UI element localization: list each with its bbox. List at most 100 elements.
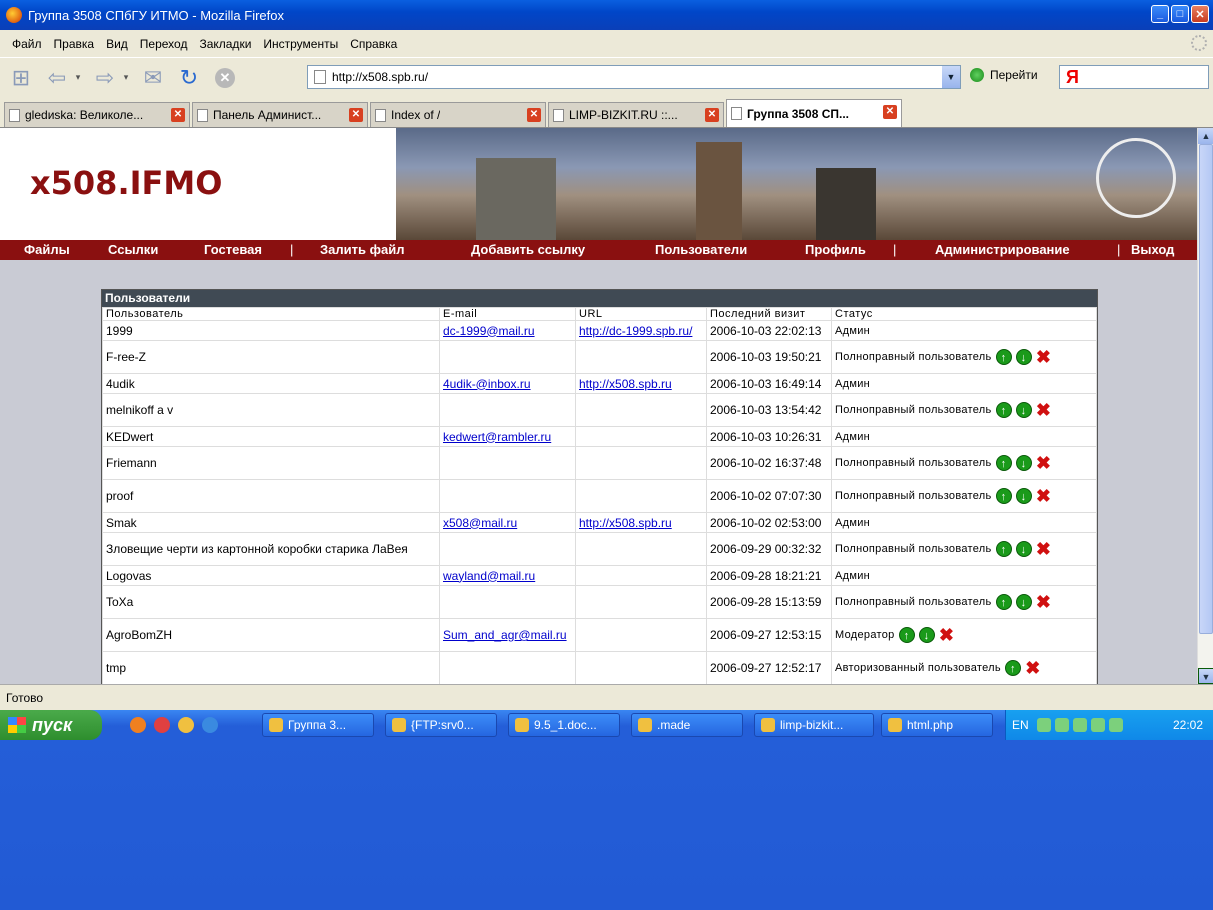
delete-icon[interactable]: ✖	[939, 626, 955, 644]
mail-icon[interactable]: ✉	[138, 63, 168, 93]
email-cell[interactable]: kedwert@rambler.ru	[439, 426, 576, 447]
taskbar-item-ftp[interactable]: {FTP:srv0...	[385, 713, 497, 737]
column-header-email: E-mail	[439, 307, 576, 321]
delete-icon[interactable]: ✖	[1036, 348, 1052, 366]
demote-icon[interactable]: ↓	[1015, 349, 1032, 365]
tab-close-icon[interactable]: ✕	[527, 108, 541, 122]
site-logo[interactable]: x508.IFMO	[30, 164, 222, 202]
opera-quicklaunch-icon[interactable]	[154, 717, 170, 733]
promote-icon[interactable]: ↑	[995, 488, 1012, 504]
email-cell[interactable]: x508@mail.ru	[439, 512, 576, 533]
tray-app-icon[interactable]	[1072, 718, 1087, 732]
last-visit-cell: 2006-10-03 13:54:42	[706, 393, 832, 427]
demote-icon[interactable]: ↓	[1015, 594, 1032, 610]
tab-close-icon[interactable]: ✕	[883, 105, 897, 119]
delete-icon[interactable]: ✖	[1025, 659, 1041, 677]
forward-button[interactable]: ⇨	[90, 63, 120, 93]
user-name-cell: tmp	[102, 651, 440, 684]
menu-file[interactable]: Файл	[12, 37, 42, 51]
menu-administration[interactable]: Администрирование	[935, 242, 1070, 257]
tab-close-icon[interactable]: ✕	[705, 108, 719, 122]
tray-security-icon[interactable]	[1090, 718, 1105, 732]
promote-icon[interactable]: ↑	[995, 402, 1012, 418]
tab-group-3508[interactable]: Группа 3508 СП... ✕	[726, 99, 902, 127]
tray-network-icon[interactable]	[1054, 718, 1069, 732]
minimize-button[interactable]: _	[1151, 5, 1169, 23]
tab-close-icon[interactable]: ✕	[171, 108, 185, 122]
menu-users[interactable]: Пользователи	[655, 242, 747, 257]
delete-icon[interactable]: ✖	[1036, 401, 1052, 419]
delete-icon[interactable]: ✖	[1036, 487, 1052, 505]
promote-icon[interactable]: ↑	[995, 541, 1012, 557]
go-button[interactable]: Перейти	[970, 68, 1038, 82]
url-cell[interactable]: http://dc-1999.spb.ru/	[575, 320, 707, 341]
menu-links[interactable]: Ссылки	[108, 242, 158, 257]
tray-check-icon[interactable]	[1108, 718, 1123, 732]
ie-quicklaunch-icon[interactable]	[202, 717, 218, 733]
email-cell[interactable]: Sum_and_agr@mail.ru	[439, 618, 576, 652]
start-button[interactable]: пуск	[0, 710, 102, 740]
tab-index-of[interactable]: Index of / ✕	[370, 102, 546, 127]
menu-help[interactable]: Справка	[350, 37, 397, 51]
promote-icon[interactable]: ↑	[995, 349, 1012, 365]
menu-tools[interactable]: Инструменты	[263, 37, 338, 51]
tab-close-icon[interactable]: ✕	[349, 108, 363, 122]
maximize-button[interactable]: □	[1171, 5, 1189, 23]
menu-bookmarks[interactable]: Закладки	[199, 37, 251, 51]
menu-go[interactable]: Переход	[140, 37, 188, 51]
menu-upload[interactable]: Залить файл	[320, 242, 404, 257]
menu-profile[interactable]: Профиль	[805, 242, 866, 257]
menu-edit[interactable]: Правка	[54, 37, 95, 51]
taskbar-item-html-php[interactable]: html.php	[881, 713, 993, 737]
menu-add-link[interactable]: Добавить ссылку	[471, 242, 585, 257]
demote-icon[interactable]: ↓	[918, 627, 935, 643]
address-dropdown-icon[interactable]: ▼	[942, 66, 960, 88]
email-cell[interactable]: dc-1999@mail.ru	[439, 320, 576, 341]
tab-limp-bizkit[interactable]: LIMP-BIZKIT.RU ::... ✕	[548, 102, 724, 127]
reload-button[interactable]: ↻	[174, 63, 204, 93]
menu-files[interactable]: Файлы	[24, 242, 70, 257]
yandex-logo: Я	[1066, 67, 1079, 87]
close-button[interactable]: ✕	[1191, 5, 1209, 23]
taskbar-item-word[interactable]: 9.5_1.doc...	[508, 713, 620, 737]
tool-quicklaunch-icon[interactable]	[178, 717, 194, 733]
email-cell[interactable]: wayland@mail.ru	[439, 565, 576, 586]
menu-guestbook[interactable]: Гостевая	[204, 242, 262, 257]
firefox-quicklaunch-icon[interactable]	[130, 717, 146, 733]
promote-icon[interactable]: ↑	[898, 627, 915, 643]
taskbar-item-firefox[interactable]: Группа 3...	[262, 713, 374, 737]
promote-icon[interactable]: ↑	[995, 594, 1012, 610]
taskbar-item-folder[interactable]: .made	[631, 713, 743, 737]
address-url[interactable]: http://x508.spb.ru/	[332, 70, 428, 84]
address-bar[interactable]: http://x508.spb.ru/ ▼	[307, 65, 961, 89]
taskbar-item-limp-bizkit[interactable]: limp-bizkit...	[754, 713, 874, 737]
vertical-scrollbar[interactable]: ▲ ▼	[1197, 128, 1213, 684]
demote-icon[interactable]: ↓	[1015, 455, 1032, 471]
search-box[interactable]: Я	[1059, 65, 1209, 89]
url-cell[interactable]: http://x508.spb.ru	[575, 512, 707, 533]
stop-button[interactable]: ✕	[210, 63, 240, 93]
delete-icon[interactable]: ✖	[1036, 593, 1052, 611]
demote-icon[interactable]: ↓	[1015, 488, 1032, 504]
email-cell[interactable]: 4udik-@inbox.ru	[439, 373, 576, 394]
tab-admin-panel[interactable]: Панель Админист... ✕	[192, 102, 368, 127]
demote-icon[interactable]: ↓	[1015, 541, 1032, 557]
back-button[interactable]: ⇦	[42, 63, 72, 93]
menu-logout[interactable]: Выход	[1131, 242, 1174, 257]
back-dropdown-icon[interactable]: ▾	[72, 63, 84, 93]
promote-icon[interactable]: ↑	[1004, 660, 1021, 676]
language-indicator[interactable]: EN	[1012, 718, 1029, 732]
url-cell[interactable]: http://x508.spb.ru	[575, 373, 707, 394]
tray-arrow-icon[interactable]	[1036, 718, 1051, 732]
delete-icon[interactable]: ✖	[1036, 540, 1052, 558]
promote-icon[interactable]: ↑	[995, 455, 1012, 471]
scroll-down-icon[interactable]: ▼	[1198, 668, 1213, 684]
tab-gledиska[interactable]: gledиska: Великоле... ✕	[4, 102, 190, 127]
demote-icon[interactable]: ↓	[1015, 402, 1032, 418]
delete-icon[interactable]: ✖	[1036, 454, 1052, 472]
menu-view[interactable]: Вид	[106, 37, 128, 51]
forward-dropdown-icon[interactable]: ▾	[120, 63, 132, 93]
scroll-thumb[interactable]	[1199, 144, 1213, 634]
scroll-up-icon[interactable]: ▲	[1198, 128, 1213, 144]
new-tab-icon[interactable]: ⊞	[6, 63, 36, 93]
